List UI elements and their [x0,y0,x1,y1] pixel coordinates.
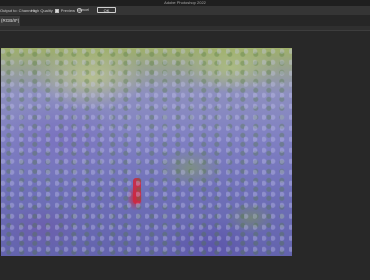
options-bar: Output to: Channels High Quality Preview… [0,6,370,16]
app-title: Adobe Photoshop 2022 [164,0,206,5]
document-tab-bar: (RGB/8*) [0,16,370,26]
document-tab[interactable]: (RGB/8*) [0,16,20,26]
cancel-button[interactable]: Cancel [73,7,93,13]
document-image[interactable] [1,48,292,256]
high-quality-checkbox[interactable] [54,8,59,13]
document-tab-label: (RGB/8*) [1,18,20,23]
flower-highlight [133,178,141,204]
ok-button[interactable]: OK [97,7,116,13]
high-quality-label: High Quality [31,8,53,13]
